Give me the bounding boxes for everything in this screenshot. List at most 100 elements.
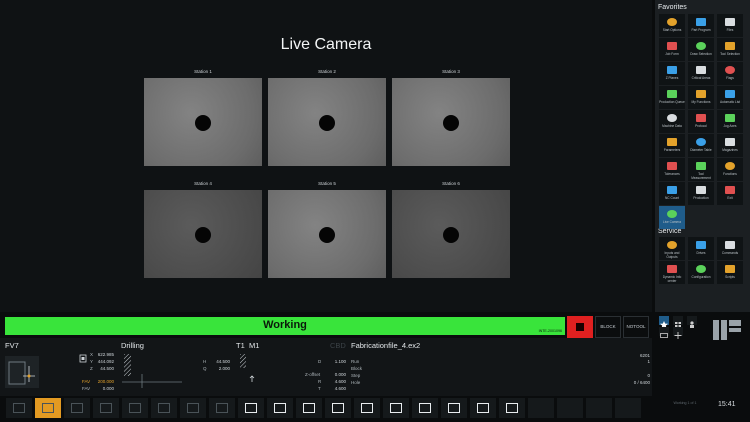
sidebar-item-job-form[interactable]: Job Form [659, 38, 685, 61]
toolbar-axis-move-button[interactable] [238, 398, 264, 418]
toolbar-measure-button[interactable] [93, 398, 119, 418]
toolbar-gauge-button[interactable] [470, 398, 496, 418]
toolbar-vise-button[interactable] [151, 398, 177, 418]
sidebar-item-protocol[interactable]: Protocol [688, 110, 714, 133]
tool-holder-icon [303, 403, 315, 413]
sidebar-item-label: NC Count [665, 196, 679, 200]
sidebar-item-label: Tolerances [664, 172, 680, 176]
block-button[interactable]: BLOCK [595, 316, 621, 338]
toolbar-column-button[interactable] [354, 398, 380, 418]
sidebar-item-dynamic-info-center[interactable]: Dynamic Info center [659, 261, 685, 284]
toolbar-pen-button[interactable] [383, 398, 409, 418]
sidebar-item-jog-axes[interactable]: Jog Axes [717, 110, 743, 133]
tool-label: T1 [236, 341, 245, 350]
axis-value: 622.985 [97, 352, 114, 357]
magazine-label: M1 [249, 341, 260, 350]
machine-preview [5, 356, 39, 388]
move-button[interactable] [673, 327, 683, 339]
file-row-value: 0 [647, 373, 650, 378]
camera-feed [144, 78, 262, 166]
star-button[interactable] [659, 316, 669, 329]
sidebar-item-nc-count[interactable]: NC Count [659, 182, 685, 205]
sidebar-item-label: Part Program [691, 28, 711, 32]
keyboard-button[interactable] [659, 327, 669, 338]
sidebar-item-functions[interactable]: Functions [717, 158, 743, 181]
toolbar-clamp-button[interactable] [122, 398, 148, 418]
sidebar-item-diameter-table[interactable]: Diameter Table [688, 134, 714, 157]
sidebar-item-label: Magazines [722, 148, 738, 152]
toolbar-empty-slot-button[interactable] [586, 398, 612, 418]
sidebar-item-critical-areas[interactable]: Critical Areas [688, 62, 714, 85]
tool-param-name: D [318, 359, 322, 364]
axis-name: X [90, 352, 94, 357]
sidebar-item-files[interactable]: Files [717, 14, 743, 37]
stop-button[interactable] [567, 316, 593, 338]
cbd-label: CBD [330, 341, 346, 350]
configuration-icon [696, 265, 706, 273]
toolbar-drill-button[interactable] [267, 398, 293, 418]
toolbar-spindle-button[interactable] [180, 398, 206, 418]
sidebar-item-draw-selection[interactable]: Draw Selection [688, 38, 714, 61]
sidebar-item-production[interactable]: Production [688, 182, 714, 205]
toolbar-empty-slot-button[interactable] [557, 398, 583, 418]
sidebar-item-automatic-list[interactable]: Automatic List [717, 86, 743, 109]
sidebar-item-configuration[interactable]: Configuration [688, 261, 714, 284]
play-icon [667, 18, 677, 26]
drill-hole [319, 115, 335, 131]
move-icon [674, 332, 682, 339]
toolbar-video-button[interactable] [499, 398, 525, 418]
sidebar-item-my-functions[interactable]: My Functions [688, 86, 714, 109]
drilling-label: Drilling [121, 341, 144, 350]
notool-button[interactable]: NOTOOL [623, 316, 649, 338]
drill-param-name: Q [203, 366, 207, 371]
drives-icon [696, 241, 706, 249]
toolbar-operator-button[interactable] [35, 398, 61, 418]
sidebar-item-z-planes[interactable]: Z Planes [659, 62, 685, 85]
automatic-list-icon [725, 90, 735, 98]
toolbar-empty-slot-button[interactable] [615, 398, 641, 418]
sidebar-item-production-queue[interactable]: Production Queue [659, 86, 685, 109]
sidebar-item-scripts[interactable]: Scripts [717, 261, 743, 284]
toolbar-tool-holder-button[interactable] [296, 398, 322, 418]
camera-feed [392, 190, 510, 278]
file-row-name: Block [351, 366, 363, 371]
toolbar-camera-button[interactable] [209, 398, 235, 418]
stop-icon [576, 323, 584, 331]
drill-icon [274, 403, 286, 413]
machine-axes-icon [8, 361, 35, 385]
live-camera-view: Live Camera Station 1 Station 2 Station … [0, 0, 652, 312]
sidebar-item-flags[interactable]: Flags [717, 62, 743, 85]
toolbar-tool-change-button[interactable] [64, 398, 90, 418]
toolbar-empty-slot-button[interactable] [528, 398, 554, 418]
sidebar-item-label: Production Queue [659, 100, 685, 104]
sidebar-item-drives[interactable]: Drives [688, 237, 714, 260]
sidebar-item-parameters[interactable]: Parameters [659, 134, 685, 157]
sidebar-item-part-program[interactable]: Part Program [688, 14, 714, 37]
sidebar-item-label: Protocol [695, 124, 707, 128]
sidebar-item-commands[interactable]: Commands [717, 237, 743, 260]
drill-hole [319, 227, 335, 243]
sidebar-item-inputs-and-outputs[interactable]: Inputs and Outputs [659, 237, 685, 260]
sidebar-item-label: Dynamic Info center [662, 275, 682, 283]
sidebar-item-magazines[interactable]: Magazines [717, 134, 743, 157]
person-button[interactable] [687, 316, 697, 328]
sidebar-item-label: Inputs and Outputs [664, 251, 680, 259]
sidebar-item-label: Drives [696, 251, 706, 255]
files-icon [725, 18, 735, 26]
program-icon [696, 18, 706, 26]
sidebar-item-exit[interactable]: Exit [717, 182, 743, 205]
sidebar-item-tolerances[interactable]: Tolerances [659, 158, 685, 181]
sidebar-item-machine-data[interactable]: Machine Data [659, 110, 685, 133]
station-label: Station 6 [442, 181, 460, 186]
toolbar-machine-button[interactable] [6, 398, 32, 418]
sidebar-item-start-options[interactable]: Start Options [659, 14, 685, 37]
sidebar-item-live-camera[interactable]: Live Camera [659, 206, 685, 229]
toolbar-gripper-button[interactable] [325, 398, 351, 418]
sidebar-item-tool-selection[interactable]: Tool Selection [717, 38, 743, 61]
sidebar-item-tool-measurement[interactable]: Tool Measurement [688, 158, 714, 181]
toolbar-probe-button[interactable] [441, 398, 467, 418]
toolbar-table-button[interactable] [412, 398, 438, 418]
grid-button[interactable] [673, 316, 683, 327]
sidebar-item-label: Machine Data [662, 124, 682, 128]
logo-icon [711, 318, 743, 342]
